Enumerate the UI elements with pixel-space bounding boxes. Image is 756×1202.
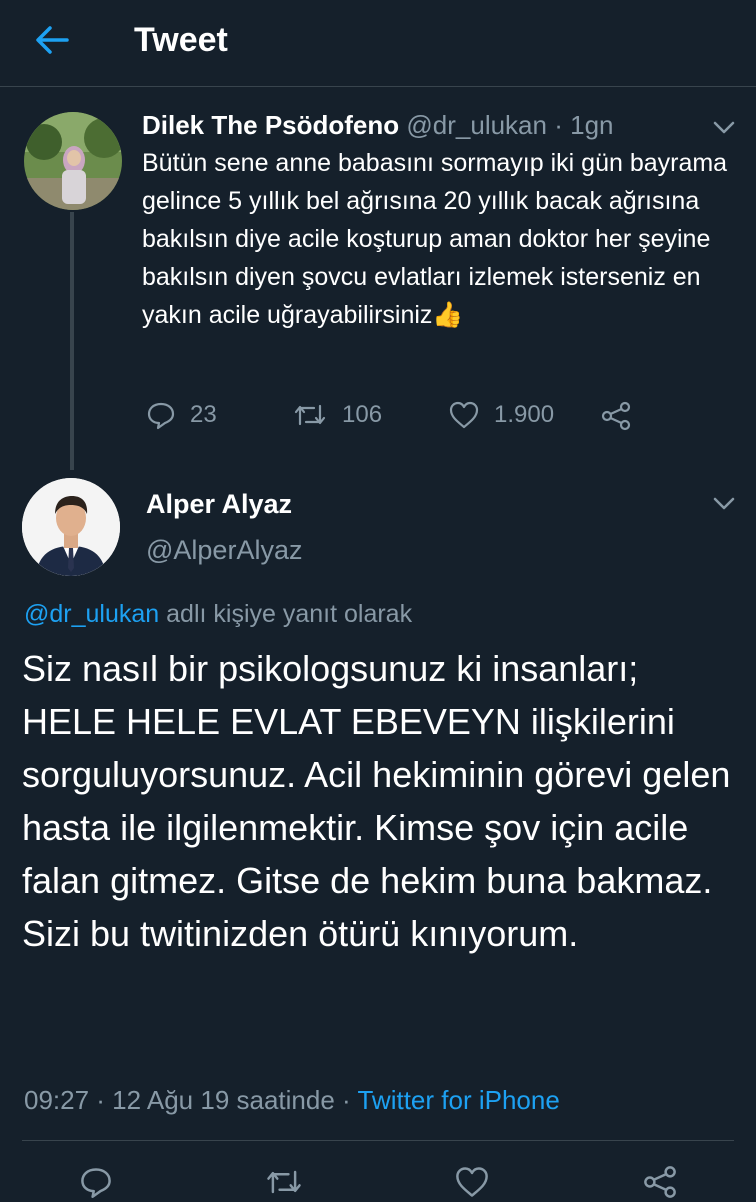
retweet-action[interactable]: 106 [292,400,382,430]
main-reply-button[interactable] [76,1162,116,1202]
replying-to-label: adlı kişiye yanıt olarak [166,600,413,628]
tweet-meta: 09:27 · 12 Ağu 19 saatinde · Twitter for… [24,1082,560,1118]
back-button[interactable] [30,20,74,60]
main-author-name[interactable]: Alper Alyaz [146,486,292,522]
chevron-down-icon [713,121,735,134]
reply-icon [81,1168,111,1198]
main-author-handle[interactable]: @AlperAlyaz [146,532,302,568]
page-title: Tweet [134,21,228,59]
tweet-timestamp: 09:27 · 12 Ağu 19 saatinde [24,1085,335,1115]
parent-author-name[interactable]: Dilek The Psödofeno [142,110,399,140]
divider [22,1140,734,1141]
parent-tweet-menu[interactable] [710,114,738,142]
share-icon [644,1166,676,1198]
parent-tweet-header: Dilek The Psödofeno @dr_ulukan · 1gn [142,108,614,142]
reply-count: 23 [190,401,217,428]
dot-separator: · [554,110,563,140]
retweet-count: 106 [342,401,383,428]
thread-connector [70,212,74,470]
top-bar: Tweet [0,0,756,87]
parent-tweet-text: Bütün sene anne babasını sormayıp iki gü… [142,149,728,329]
main-retweet-button[interactable] [264,1162,304,1202]
arrow-left-icon [36,26,69,54]
parent-tweet-time[interactable]: 1gn [570,110,613,140]
chevron-down-icon [713,497,735,510]
parent-tweet-avatar[interactable] [24,112,122,210]
reply-action[interactable]: 23 [146,400,217,430]
main-tweet-text: Siz nasıl bir psikologsunuz ki insanları… [22,648,731,954]
like-count: 1.900 [494,401,555,428]
retweet-icon [267,1170,301,1194]
main-tweet-menu[interactable] [710,490,738,518]
heart-icon [456,1167,488,1197]
share-icon [601,401,631,431]
main-share-button[interactable] [640,1162,680,1202]
meta-separator: · [342,1085,351,1115]
replying-to-handle-link[interactable]: @dr_ulukan [24,600,159,628]
main-like-button[interactable] [452,1162,492,1202]
share-action[interactable] [600,400,632,432]
reply-icon [147,402,175,430]
heart-icon [449,401,479,429]
main-tweet-avatar[interactable] [22,478,120,576]
parent-author-handle[interactable]: @dr_ulukan [406,110,547,140]
retweet-icon [294,404,326,426]
like-action[interactable]: 1.900 [448,400,554,430]
tweet-source-link[interactable]: Twitter for iPhone [357,1085,559,1115]
replying-to: @dr_ulukan adlı kişiye yanıt olarak [24,596,412,632]
